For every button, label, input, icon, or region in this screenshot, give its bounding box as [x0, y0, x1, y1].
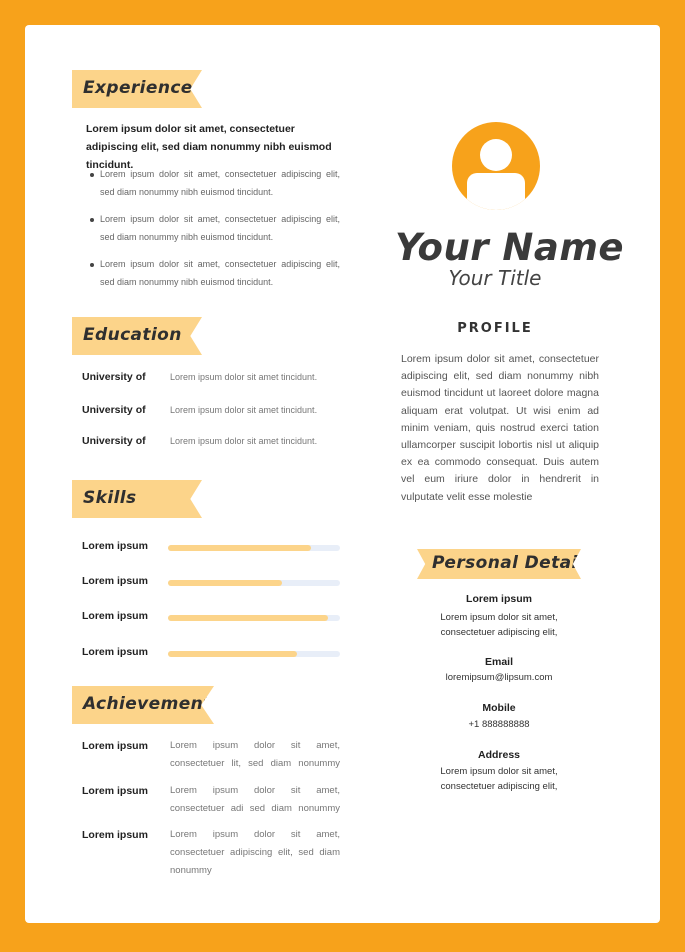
- person-name: Your Name: [395, 226, 624, 269]
- personal-details-ribbon: Personal Details: [417, 549, 581, 579]
- personal-name-label: Lorem ipsum: [466, 593, 532, 605]
- education-school: University of: [82, 435, 146, 447]
- profile-text: Lorem ipsum dolor sit amet, consectetuer…: [401, 353, 599, 503]
- experience-heading: Experience: [83, 78, 193, 98]
- mobile-value: +1 888888888: [468, 719, 530, 730]
- education-desc: Lorem ipsum dolor sit amet tincidunt.: [170, 405, 318, 415]
- address-line: consectetuer adipiscing elit,: [440, 781, 558, 792]
- achievement-text: Lorem ipsum dolor sit amet, consectetuer…: [170, 829, 340, 876]
- skill-label: Lorem ipsum: [82, 540, 148, 552]
- education-ribbon: Education: [72, 317, 202, 355]
- address-label: Address: [477, 749, 520, 761]
- skill-bar-track: [168, 580, 340, 586]
- achievement-label: Lorem ipsum: [82, 740, 148, 752]
- achievement-ribbon: Achievement: [72, 686, 214, 724]
- skill-bar-track: [168, 545, 340, 551]
- skill-bar-fill: [168, 651, 297, 657]
- skill-bar-track: [168, 615, 340, 621]
- achievement-heading: Achievement: [83, 694, 212, 714]
- email-value: loremipsum@lipsum.com: [445, 672, 553, 683]
- skill-label: Lorem ipsum: [82, 646, 148, 658]
- mobile-label: Mobile: [482, 702, 516, 714]
- skill-bar-fill: [168, 545, 311, 551]
- education-school: University of: [82, 371, 146, 383]
- experience-bullet: Lorem ipsum dolor sit amet, consectetuer…: [100, 259, 340, 287]
- address-line: Lorem ipsum dolor sit amet,: [440, 766, 558, 777]
- bullet-dot: [90, 173, 94, 177]
- personal-name-line: Lorem ipsum dolor sit amet,: [440, 612, 558, 623]
- experience-ribbon: Experience: [72, 70, 202, 108]
- personal-name-line: consectetuer adipiscing elit,: [440, 627, 558, 638]
- experience-bullet: Lorem ipsum dolor sit amet, consectetuer…: [100, 214, 340, 242]
- education-desc: Lorem ipsum dolor sit amet tincidunt.: [170, 436, 318, 446]
- personal-details-heading: Personal Details: [432, 553, 595, 573]
- education-school: University of: [82, 404, 146, 416]
- person-title: Your Title: [448, 266, 542, 290]
- profile-heading: PROFILE: [457, 321, 533, 336]
- skills-heading: Skills: [83, 488, 137, 508]
- achievement-text: Lorem ipsum dolor sit amet, consectetuer…: [170, 785, 340, 814]
- education-heading: Education: [83, 325, 182, 345]
- skill-label: Lorem ipsum: [82, 575, 148, 587]
- education-desc: Lorem ipsum dolor sit amet tincidunt.: [170, 372, 318, 382]
- resume-page: Experience Lorem ipsum dolor sit amet, c…: [25, 25, 660, 923]
- skill-label: Lorem ipsum: [82, 610, 148, 622]
- skill-bar-fill: [168, 580, 282, 586]
- email-label: Email: [484, 656, 513, 668]
- bullet-dot: [90, 263, 94, 267]
- achievement-text: Lorem ipsum dolor sit amet, consectetuer…: [170, 740, 340, 769]
- skills-ribbon: Skills: [72, 480, 202, 518]
- bullet-dot: [90, 218, 94, 222]
- achievement-label: Lorem ipsum: [82, 785, 148, 797]
- achievement-label: Lorem ipsum: [82, 829, 148, 841]
- skill-bar-fill: [168, 615, 328, 621]
- experience-bullet: Lorem ipsum dolor sit amet, consectetuer…: [100, 169, 340, 197]
- user-avatar-icon: [452, 122, 540, 210]
- skill-bar-track: [168, 651, 340, 657]
